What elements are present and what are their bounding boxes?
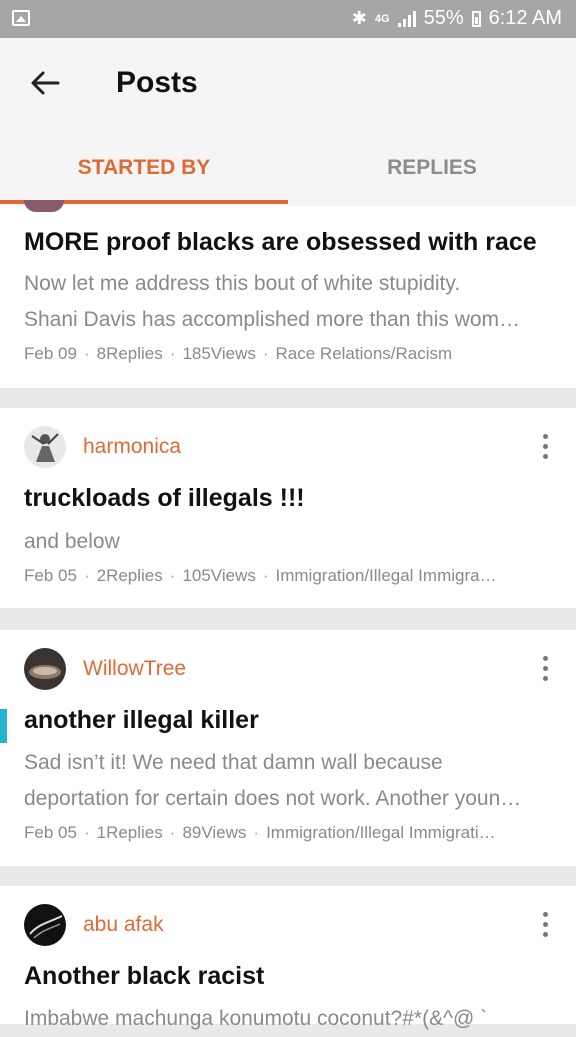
post-title[interactable]: another illegal killer bbox=[24, 706, 259, 735]
signal-icon bbox=[397, 10, 416, 27]
author-name[interactable]: WillowTree bbox=[83, 657, 186, 681]
post-replies: 1Replies bbox=[96, 823, 163, 842]
post-author[interactable]: WillowTree bbox=[24, 648, 186, 690]
post-card[interactable]: WillowTree another illegal killer Sad is… bbox=[0, 630, 576, 866]
post-title[interactable]: truckloads of illegals !!! bbox=[24, 484, 305, 513]
back-arrow-icon[interactable] bbox=[28, 66, 62, 100]
post-card[interactable]: harmonica truckloads of illegals !!! and… bbox=[0, 408, 576, 608]
avatar bbox=[24, 200, 64, 212]
battery-percent: 55% bbox=[423, 7, 464, 29]
post-author[interactable]: abu afak bbox=[24, 904, 164, 946]
tab-started-by[interactable]: STARTED BY bbox=[0, 138, 288, 206]
avatar[interactable] bbox=[24, 426, 66, 468]
clock: 6:12 AM bbox=[488, 7, 562, 29]
post-card[interactable]: abu afak Another black racist Imbabwe ma… bbox=[0, 886, 576, 1030]
post-card[interactable]: MORE proof blacks are obsessed with race… bbox=[0, 200, 576, 388]
more-options-icon[interactable] bbox=[542, 912, 550, 938]
author-name[interactable]: abu afak bbox=[83, 913, 164, 937]
gallery-notification-icon bbox=[12, 10, 30, 26]
post-meta: Feb 05 · 2Replies · 105Views · Immigration/Ill… bbox=[24, 566, 497, 585]
avatar[interactable] bbox=[24, 904, 66, 946]
post-excerpt: Sad isn’t it! We need that damn wall bec… bbox=[24, 745, 552, 817]
post-category[interactable]: Race Relations/Racism bbox=[276, 344, 453, 363]
excerpt-line: Imbabwe machunga konumotu coconut?#*(&^@… bbox=[24, 1007, 488, 1030]
post-replies: 8Replies bbox=[96, 344, 163, 363]
page-title: Posts bbox=[116, 66, 198, 99]
post-excerpt: Imbabwe machunga konumotu coconut?#*(&^@… bbox=[24, 1001, 552, 1037]
post-category[interactable]: Immigration/Illegal Immigrati… bbox=[266, 823, 496, 842]
post-views: 105Views bbox=[182, 566, 256, 585]
network-type: 4G bbox=[374, 12, 390, 25]
post-meta: Feb 09 · 8Replies · 185Views · Race Relations/… bbox=[24, 344, 453, 363]
app-bar: Posts STARTED BY REPLIES bbox=[0, 38, 576, 207]
excerpt-line: Shani Davis has accomplished more than t… bbox=[24, 308, 521, 331]
battery-icon bbox=[471, 10, 481, 27]
unread-marker bbox=[0, 709, 7, 743]
post-title[interactable]: Another black racist bbox=[24, 962, 264, 991]
post-date: Feb 05 bbox=[24, 823, 77, 842]
tab-bar: STARTED BY REPLIES bbox=[0, 138, 576, 206]
post-replies: 2Replies bbox=[96, 566, 163, 585]
excerpt-line: deportation for certain does not work. A… bbox=[24, 787, 522, 810]
post-excerpt: and below bbox=[24, 524, 552, 560]
more-options-icon[interactable] bbox=[542, 656, 550, 682]
post-excerpt: Now let me address this bout of white st… bbox=[24, 266, 552, 338]
excerpt-line: and below bbox=[24, 530, 120, 553]
post-category[interactable]: Immigration/Illegal Immigra… bbox=[276, 566, 497, 585]
status-bar: ✱ 4G 55% 6:12 AM bbox=[0, 0, 576, 38]
more-options-icon[interactable] bbox=[542, 434, 550, 460]
post-date: Feb 09 bbox=[24, 344, 77, 363]
post-date: Feb 05 bbox=[24, 566, 77, 585]
author-name[interactable]: harmonica bbox=[83, 435, 181, 459]
post-views: 185Views bbox=[182, 344, 256, 363]
avatar[interactable] bbox=[24, 648, 66, 690]
excerpt-line: Now let me address this bout of white st… bbox=[24, 272, 461, 295]
bluetooth-icon: ✱ bbox=[351, 8, 367, 28]
post-meta: Feb 05 · 1Replies · 89Views · Immigration/Ille… bbox=[24, 823, 496, 842]
excerpt-line: Sad isn’t it! We need that damn wall bec… bbox=[24, 751, 443, 774]
tab-replies[interactable]: REPLIES bbox=[288, 138, 576, 206]
post-author[interactable]: harmonica bbox=[24, 426, 181, 468]
post-title[interactable]: MORE proof blacks are obsessed with race bbox=[24, 228, 537, 257]
post-views: 89Views bbox=[182, 823, 247, 842]
